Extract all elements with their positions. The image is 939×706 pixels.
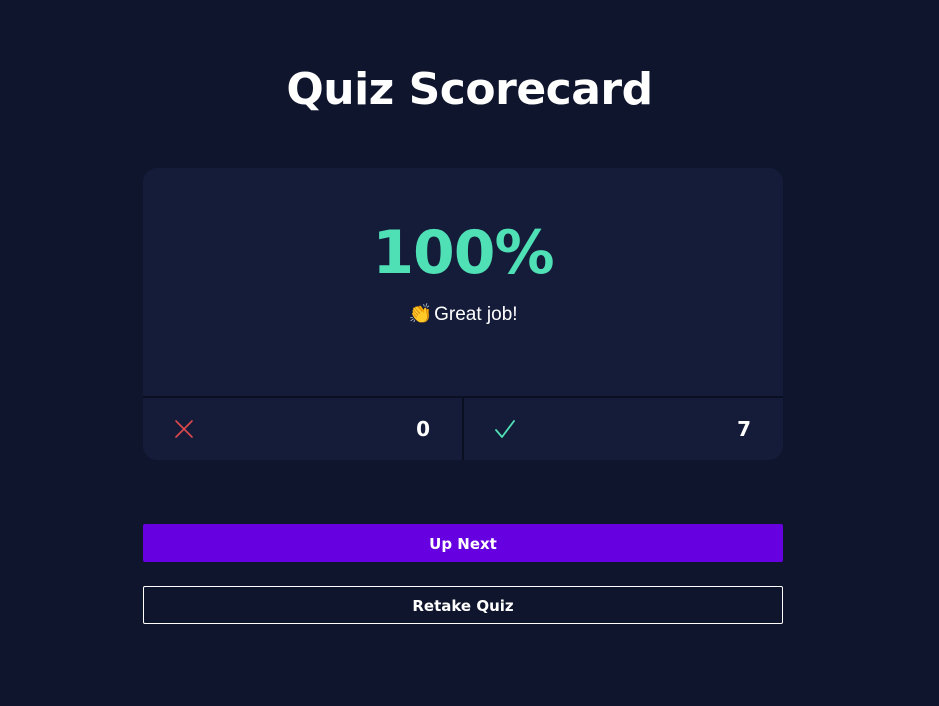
score-area: 100% 👏 Great job! (143, 168, 783, 396)
feedback-message: 👏 Great job! (143, 302, 783, 328)
close-icon (173, 418, 195, 440)
scorecard-panel: 100% 👏 Great job! 0 7 (143, 168, 783, 460)
correct-count-stat: 7 (464, 398, 783, 460)
page-title: Quiz Scorecard (286, 64, 653, 115)
score-percentage: 100% (372, 218, 554, 288)
incorrect-count-stat: 0 (143, 398, 462, 460)
clapping-hands-icon: 👏 (408, 304, 433, 325)
retake-quiz-button[interactable]: Retake Quiz (143, 586, 783, 624)
incorrect-count: 0 (416, 417, 430, 441)
correct-count: 7 (737, 417, 751, 441)
up-next-button[interactable]: Up Next (143, 524, 783, 562)
checkmark-icon (494, 418, 516, 440)
feedback-text: Great job! (434, 304, 518, 325)
